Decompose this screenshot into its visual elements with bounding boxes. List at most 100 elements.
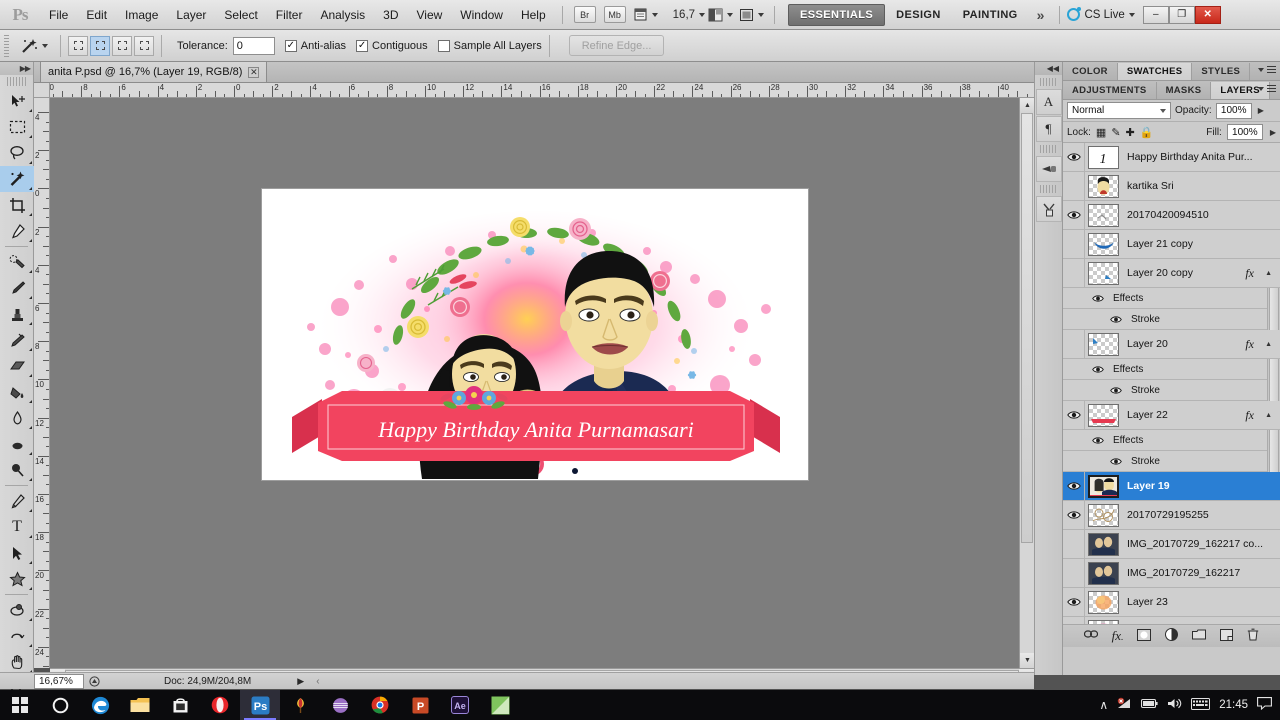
- layer-row[interactable]: Layer 20 fx ▲: [1063, 329, 1280, 359]
- tab-adjustments[interactable]: ADJUSTMENTS: [1063, 82, 1157, 99]
- layer-row[interactable]: 20170729195255: [1063, 500, 1280, 530]
- layer-visibility-eye-icon[interactable]: [1063, 400, 1085, 430]
- effects-collapse-chevron-icon[interactable]: ▲: [1265, 412, 1272, 419]
- toolbox-collapse-button[interactable]: ▶▶: [0, 62, 33, 75]
- scroll-down-icon[interactable]: ▼: [1020, 653, 1035, 668]
- brush-tool[interactable]: [0, 275, 34, 301]
- tolerance-input[interactable]: 0: [232, 36, 275, 55]
- lock-transparent-pixels-icon[interactable]: ▦: [1096, 126, 1106, 139]
- vertical-ruler[interactable]: 4 2 0 2 4 6 8 10 12 14 16 18 20 22 24: [34, 98, 50, 668]
- layer-row[interactable]: IMG_20170729_162217: [1063, 558, 1280, 588]
- new-adjustment-layer-button[interactable]: [1165, 628, 1179, 644]
- volume-icon[interactable]: [1167, 697, 1182, 713]
- layer-row[interactable]: IMG_20170729_162217 co...: [1063, 529, 1280, 559]
- opacity-input[interactable]: 100%: [1215, 102, 1252, 119]
- layer-effect-row[interactable]: Stroke: [1063, 451, 1280, 472]
- dock-grip-2[interactable]: [1040, 145, 1057, 153]
- link-layers-button[interactable]: [1083, 629, 1098, 643]
- layer-visibility-eye-icon[interactable]: [1063, 587, 1085, 617]
- illustrator-icon[interactable]: [480, 690, 520, 720]
- effect-visibility-eye-icon[interactable]: [1107, 386, 1125, 395]
- effects-collapse-chevron-icon[interactable]: ▲: [1265, 270, 1272, 277]
- rectangular-marquee-tool[interactable]: [0, 114, 34, 140]
- anti-alias-checkbox[interactable]: ✓ Anti-alias: [284, 39, 346, 52]
- layer-effects-badge[interactable]: fx: [1245, 408, 1254, 423]
- tab-swatches[interactable]: SWATCHES: [1117, 63, 1193, 80]
- menu-3d[interactable]: 3D: [374, 0, 407, 30]
- effects-collapse-chevron-icon[interactable]: ▲: [1265, 341, 1272, 348]
- microsoft-store-icon[interactable]: [160, 690, 200, 720]
- layer-visibility-eye-icon[interactable]: [1063, 200, 1085, 230]
- layer-thumbnail[interactable]: [1088, 261, 1119, 285]
- dodge-tool[interactable]: [0, 431, 34, 457]
- path-selection-tool[interactable]: [0, 540, 34, 566]
- layers-panel-menu-button[interactable]: [1258, 85, 1276, 93]
- effect-visibility-eye-icon[interactable]: [1107, 315, 1125, 324]
- restore-button[interactable]: ❐: [1168, 5, 1195, 24]
- character-panel-icon[interactable]: A: [1035, 89, 1062, 115]
- after-effects-icon[interactable]: Ae: [440, 690, 480, 720]
- menu-help[interactable]: Help: [512, 0, 555, 30]
- layer-thumbnail[interactable]: [1088, 474, 1119, 498]
- cortana-search-icon[interactable]: [40, 690, 80, 720]
- document-tab[interactable]: anita P.psd @ 16,7% (Layer 19, RGB/8) ✕: [40, 61, 268, 82]
- lasso-tool[interactable]: [0, 140, 34, 166]
- artboard[interactable]: Happy Birthday Anita Purnamasari: [261, 188, 809, 481]
- zoom-chevron-down-icon[interactable]: [699, 12, 706, 17]
- menu-edit[interactable]: Edit: [77, 0, 116, 30]
- history-brush-tool[interactable]: [0, 327, 34, 353]
- layer-thumbnail[interactable]: [1088, 619, 1119, 624]
- layer-visibility-eye-icon[interactable]: [1063, 500, 1085, 530]
- menu-layer[interactable]: Layer: [167, 0, 215, 30]
- battery-icon[interactable]: [1141, 698, 1158, 712]
- launch-bridge-button[interactable]: Br: [573, 6, 596, 23]
- effect-visibility-eye-icon[interactable]: [1089, 294, 1107, 303]
- dock-grip-3[interactable]: [1040, 185, 1057, 193]
- new-group-button[interactable]: [1192, 629, 1207, 643]
- close-icon[interactable]: ✕: [248, 66, 260, 78]
- layer-visibility-eye-icon[interactable]: [1063, 143, 1085, 172]
- menu-filter[interactable]: Filter: [267, 0, 312, 30]
- zoom-percentage-field[interactable]: 16,67%: [34, 673, 84, 689]
- 3d-object-rotate-tool[interactable]: [0, 597, 34, 623]
- layer-thumbnail[interactable]: [1088, 232, 1119, 256]
- network-offline-icon[interactable]: [1117, 697, 1132, 713]
- layer-visibility-empty-icon[interactable]: [1063, 558, 1085, 588]
- clone-source-panel-icon[interactable]: [1035, 196, 1062, 222]
- layer-effects-group-row[interactable]: Effects: [1063, 430, 1280, 451]
- tool-preset-picker[interactable]: [15, 37, 53, 55]
- intersect-with-selection-button[interactable]: [134, 35, 154, 56]
- show-hidden-icons-chevron-up-icon[interactable]: ∧: [1099, 698, 1108, 712]
- launch-mini-bridge-button[interactable]: Mb: [603, 6, 626, 23]
- canvas-vertical-scrollbar[interactable]: ▲ ▼: [1019, 98, 1035, 668]
- blur-tool[interactable]: [0, 405, 34, 431]
- opera-browser-icon[interactable]: [200, 690, 240, 720]
- layer-thumbnail[interactable]: [1088, 174, 1119, 198]
- layer-style-button[interactable]: fx.: [1112, 628, 1124, 644]
- workspace-design[interactable]: DESIGN: [885, 5, 952, 25]
- blend-mode-select[interactable]: Normal: [1067, 102, 1171, 119]
- custom-shape-tool[interactable]: [0, 566, 34, 592]
- layer-effect-row[interactable]: Stroke: [1063, 309, 1280, 330]
- minimize-button[interactable]: –: [1142, 5, 1169, 24]
- delete-layer-button[interactable]: [1247, 628, 1259, 644]
- menu-analysis[interactable]: Analysis: [311, 0, 374, 30]
- photoshop-taskbar-icon[interactable]: Ps: [240, 690, 280, 720]
- status-expand-arrow-icon[interactable]: ▶: [297, 676, 304, 687]
- add-to-selection-button[interactable]: [90, 35, 110, 56]
- fill-spinner-icon[interactable]: ▶: [1268, 128, 1276, 137]
- new-selection-button[interactable]: [68, 35, 88, 56]
- screen-mode-button[interactable]: [739, 8, 765, 22]
- layer-effects-group-row[interactable]: Effects: [1063, 359, 1280, 380]
- layer-row[interactable]: 1 Happy Birthday Anita Pur...: [1063, 143, 1280, 172]
- layer-visibility-empty-icon[interactable]: [1063, 229, 1085, 259]
- pen-tool[interactable]: [0, 488, 34, 514]
- cs-live-button[interactable]: CS Live: [1067, 7, 1135, 21]
- lock-all-icon[interactable]: 🔒: [1140, 126, 1154, 139]
- layer-thumbnail[interactable]: [1088, 332, 1119, 356]
- layer-thumbnail[interactable]: [1088, 503, 1119, 527]
- horizontal-type-tool[interactable]: T: [0, 514, 34, 540]
- layer-row[interactable]: kartika Sri: [1063, 171, 1280, 201]
- options-bar-grip[interactable]: [4, 34, 9, 57]
- layer-visibility-empty-icon[interactable]: [1063, 258, 1085, 288]
